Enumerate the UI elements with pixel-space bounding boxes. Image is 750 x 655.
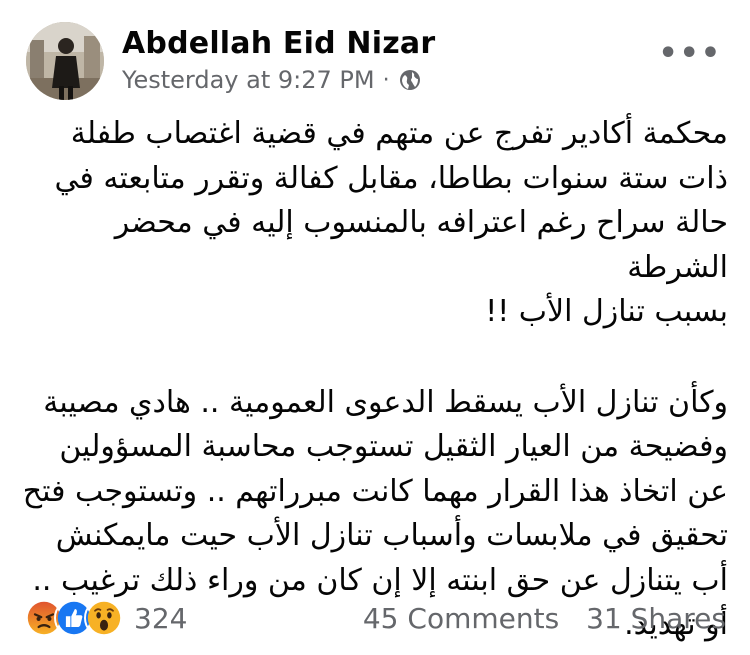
post-header: Abdellah Eid Nizar Yesterday at 9:27 PM … — [26, 22, 726, 102]
post-footer: 324 45 Comments 31 Shares — [24, 592, 726, 644]
wow-reaction-icon — [84, 598, 124, 638]
post-text-line: وكأن تنازل الأب يسقط الدعوى العمومية .. … — [43, 384, 728, 420]
more-options-icon[interactable]: ••• — [658, 36, 722, 71]
post-body: محكمة أكادير تفرج عن متهم في قضية اغتصاب… — [22, 112, 728, 648]
post-text-line: عن اتخاذ هذا القرار مهما كانت مبرراتهم .… — [22, 473, 728, 509]
post-text-line: حالة سراح رغم اعترافه بالمنسوب إليه في م… — [114, 205, 728, 285]
reactions-summary[interactable]: 324 — [24, 598, 187, 638]
post-timestamp[interactable]: Yesterday at 9:27 PM — [122, 66, 375, 94]
engagement-stats: 45 Comments 31 Shares — [345, 602, 726, 635]
author-name[interactable]: Abdellah Eid Nizar — [122, 26, 435, 61]
comments-count[interactable]: 45 Comments — [363, 602, 559, 635]
post-text-line: تحقيق في ملابسات وأسباب تنازل الأب حيت م… — [55, 518, 728, 553]
post-text-line: وفضيحة من العيار الثقيل تستوجب محاسبة ال… — [59, 429, 728, 464]
post-meta: Yesterday at 9:27 PM · — [122, 66, 422, 94]
shares-count[interactable]: 31 Shares — [586, 602, 726, 635]
author-avatar[interactable] — [26, 22, 104, 100]
avatar-photo — [26, 22, 104, 100]
post-text-line: بسبب تنازل الأب !! — [485, 294, 728, 329]
post-text-line: ذات ستة سنوات بطاطا، مقابل كفالة وتقرر م… — [54, 160, 728, 196]
globe-icon — [399, 70, 420, 90]
post-text-line: محكمة أكادير تفرج عن متهم في قضية اغتصاب… — [70, 116, 728, 151]
meta-separator: · — [382, 67, 390, 93]
reaction-count[interactable]: 324 — [134, 602, 187, 635]
